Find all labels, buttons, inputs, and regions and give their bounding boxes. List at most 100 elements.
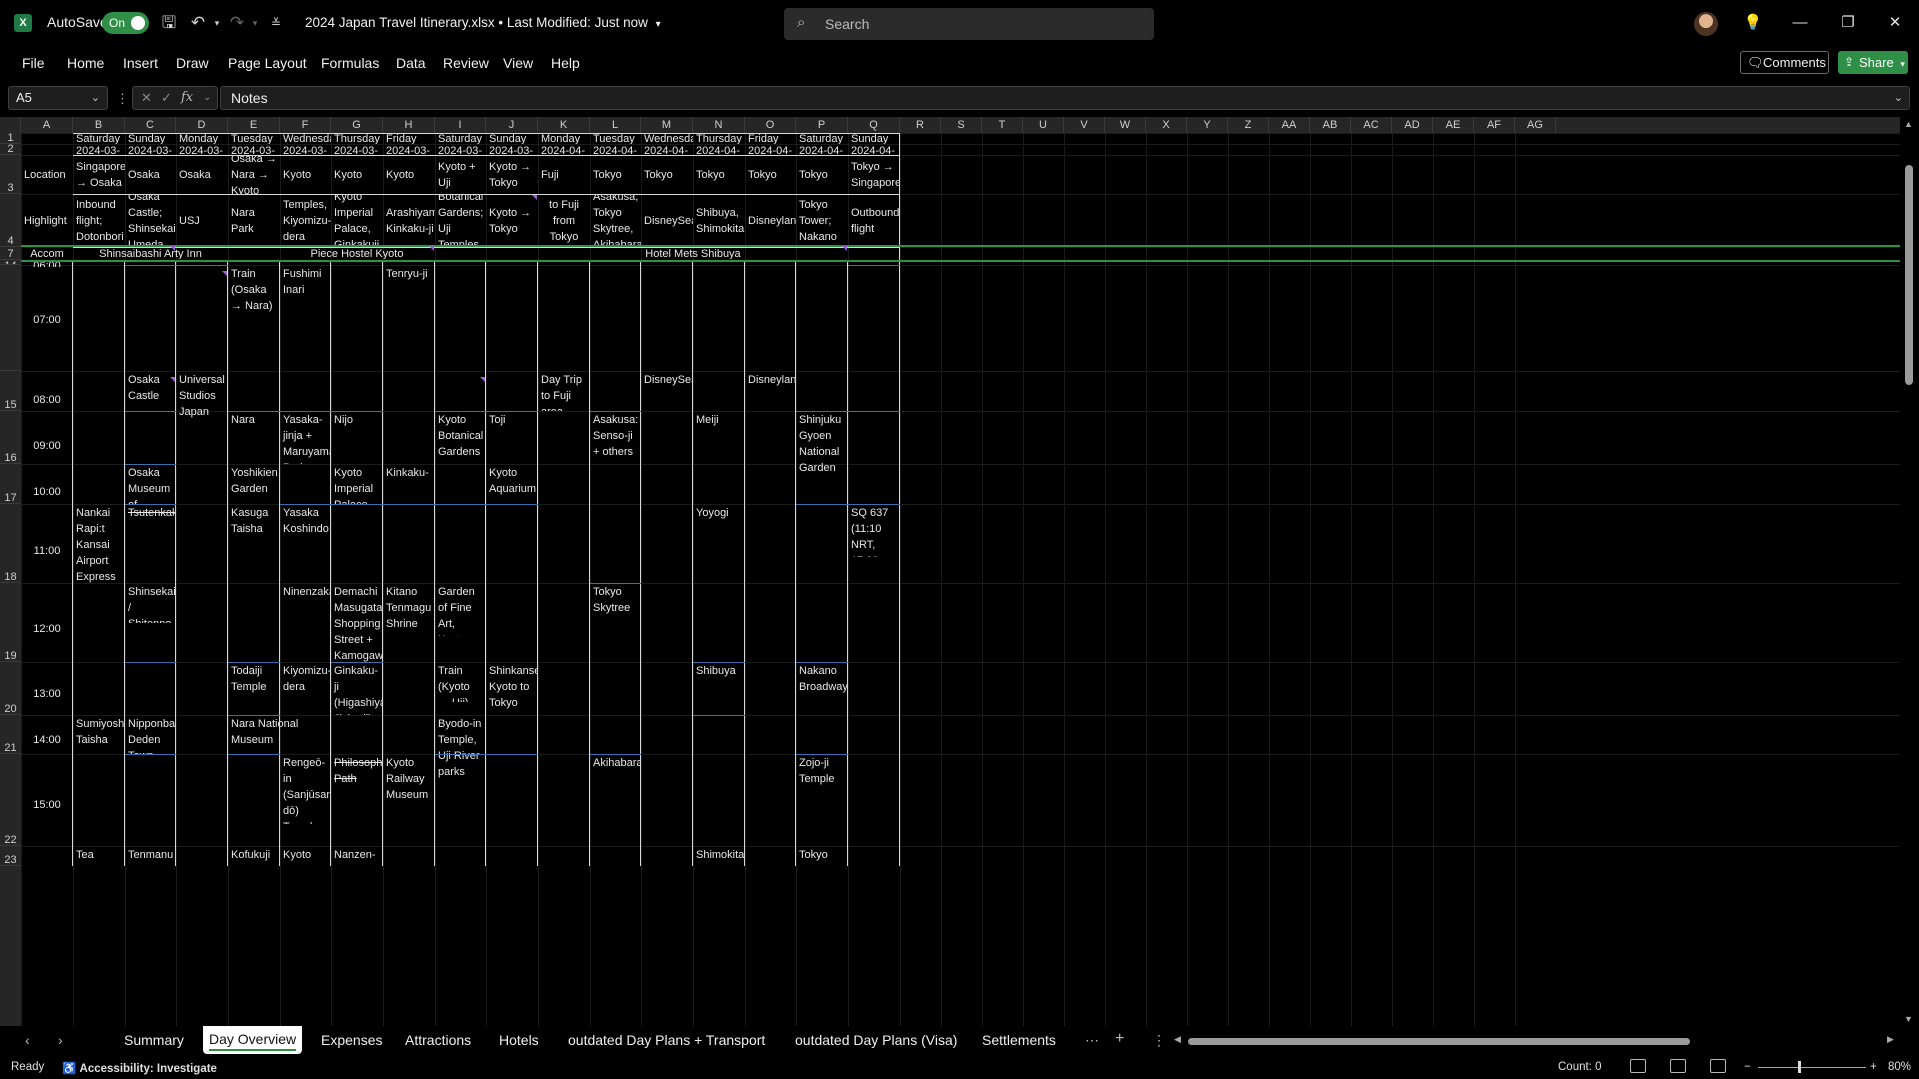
- scroll-down-icon[interactable]: ▼: [1904, 1014, 1913, 1024]
- highlight-cell[interactable]: Outbound flight: [848, 194, 900, 247]
- activity-cell[interactable]: Yasaka-jinja + Maruyama Park: [280, 411, 331, 464]
- column-header[interactable]: AE: [1433, 117, 1474, 133]
- location-cell[interactable]: Kyoto: [280, 155, 331, 194]
- row-header[interactable]: 7: [0, 247, 21, 260]
- activity-cell[interactable]: Tokyo Skytree: [590, 583, 641, 623]
- column-header[interactable]: U: [1023, 117, 1064, 133]
- activity-cell[interactable]: Yasaka Koshindo: [280, 504, 331, 544]
- activity-cell[interactable]: Yoshikien Garden: [228, 464, 280, 504]
- highlight-cell[interactable]: Botanical Gardens; Uji Temples: [435, 194, 486, 247]
- scroll-left-icon[interactable]: ◀: [1174, 1034, 1181, 1045]
- location-cell[interactable]: Tokyo: [641, 155, 693, 194]
- cell-note-indicator-icon[interactable]: [480, 377, 485, 382]
- activity-cell[interactable]: Osaka Castle: [125, 371, 176, 411]
- sheet-tab-outdated-day-plans-transport[interactable]: outdated Day Plans + Transport: [568, 1032, 765, 1048]
- share-button[interactable]: ⇪ Share ▾: [1838, 51, 1908, 74]
- date-cell[interactable]: 2024-04-05: [745, 142, 796, 156]
- activity-cell[interactable]: Yoyogi Park: [693, 504, 745, 524]
- cell-note-indicator-icon[interactable]: [170, 377, 175, 382]
- time-cell[interactable]: 10:00: [21, 483, 73, 513]
- date-cell[interactable]: 2024-03-23: [73, 142, 125, 156]
- zoom-level[interactable]: 80%: [1888, 1061, 1911, 1073]
- highlight-cell[interactable]: Osaka Castle; Shinsekai; Umeda: [125, 194, 176, 247]
- save-icon[interactable]: 🖫: [158, 12, 180, 34]
- activity-cell[interactable]: Nara Park: [228, 411, 280, 431]
- activity-cell[interactable]: Kyoto Botanical Gardens: [435, 411, 486, 464]
- date-cell[interactable]: 2024-03-26: [228, 142, 280, 156]
- tab-draw[interactable]: Draw: [176, 55, 209, 71]
- activity-cell[interactable]: Kiyomizu-dera: [280, 662, 331, 702]
- row-header[interactable]: 15: [0, 371, 21, 411]
- scroll-up-icon[interactable]: ▲: [1904, 119, 1913, 129]
- column-header[interactable]: R: [900, 117, 941, 133]
- tab-help[interactable]: Help: [551, 55, 580, 71]
- cell-note-indicator-icon[interactable]: [170, 246, 175, 251]
- cancel-icon[interactable]: ✕: [141, 87, 152, 109]
- location-cell[interactable]: Tokyo: [590, 155, 641, 194]
- row-header[interactable]: 19: [0, 583, 21, 662]
- date-cell[interactable]: 2024-04-02: [590, 142, 641, 156]
- horizontal-scroll-thumb[interactable]: [1188, 1038, 1690, 1045]
- column-header[interactable]: T: [982, 117, 1023, 133]
- add-sheet-icon[interactable]: +: [1115, 1030, 1124, 1048]
- document-title[interactable]: 2024 Japan Travel Itinerary.xlsx • Last …: [305, 15, 661, 30]
- location-cell[interactable]: Osaka: [125, 155, 176, 194]
- highlight-cell[interactable]: USJ: [176, 194, 228, 247]
- minimize-button[interactable]: —: [1785, 10, 1815, 36]
- sheet-tab-settlements[interactable]: Settlements: [982, 1032, 1056, 1048]
- date-cell[interactable]: 2024-03-27: [280, 142, 331, 156]
- more-sheets-icon[interactable]: ⋯: [1085, 1032, 1099, 1049]
- activity-cell[interactable]: Disneyland: [745, 371, 796, 391]
- sheet-tab-outdated-day-plans-visa[interactable]: outdated Day Plans (Visa): [795, 1032, 957, 1048]
- user-avatar[interactable]: [1694, 12, 1718, 36]
- highlight-cell[interactable]: Nara Park: [228, 194, 280, 247]
- time-cell[interactable]: 12:00: [21, 620, 73, 650]
- highlight-cell[interactable]: Tokyo Tower; Nakano: [796, 194, 848, 247]
- activity-cell[interactable]: Demachi Masugata Shopping Street + Kamog…: [331, 583, 383, 662]
- name-box[interactable]: A5 ⌄: [8, 86, 108, 110]
- activity-cell[interactable]: Nanzen-ji: [331, 846, 383, 866]
- row-header[interactable]: 16: [0, 411, 21, 464]
- location-cell[interactable]: Singapore → Osaka: [73, 155, 125, 194]
- comments-button[interactable]: 🗨 Comments: [1740, 51, 1829, 74]
- zoom-slider[interactable]: [1758, 1061, 1866, 1073]
- activity-cell[interactable]: Rengeō-in (Sanjūsangen-dō) Temple: [280, 754, 331, 824]
- undo-dropdown-icon[interactable]: ▾: [206, 12, 228, 34]
- tab-insert[interactable]: Insert: [123, 55, 158, 71]
- column-header[interactable]: AB: [1310, 117, 1351, 133]
- row-header[interactable]: 2: [0, 144, 21, 155]
- highlight-cell[interactable]: DisneySea: [641, 194, 693, 247]
- column-header[interactable]: V: [1064, 117, 1105, 133]
- activity-cell[interactable]: Fushimi Inari: [280, 265, 331, 305]
- column-header[interactable]: AA: [1269, 117, 1310, 133]
- highlight-cell[interactable]: Temples, Kiyomizu-dera: [280, 194, 331, 247]
- time-cell[interactable]: 11:00: [21, 542, 73, 572]
- date-cell[interactable]: 2024-03-29: [383, 142, 435, 156]
- column-header[interactable]: AF: [1474, 117, 1515, 133]
- activity-cell[interactable]: Shinkansen: Kyoto to Tokyo: [486, 662, 538, 715]
- activity-cell[interactable]: Kyoto: [280, 846, 331, 866]
- time-cell[interactable]: 07:00: [21, 311, 73, 341]
- time-cell[interactable]: 06:00: [21, 257, 73, 267]
- formula-bar-grip-icon[interactable]: ⋮: [116, 91, 129, 107]
- activity-cell[interactable]: Kyoto Railway Museum: [383, 754, 435, 807]
- sheet-tab-expenses[interactable]: Expenses: [321, 1032, 382, 1048]
- activity-cell[interactable]: Ninenzaka: [280, 583, 331, 603]
- activity-cell[interactable]: Train (Osaka → Nara): [228, 265, 280, 318]
- formula-input[interactable]: Notes ⌄: [220, 86, 1910, 110]
- activity-cell[interactable]: Tenryu-ji: [383, 265, 435, 285]
- activity-cell[interactable]: Day Trip to Fuji area: [538, 371, 590, 411]
- activity-cell[interactable]: Nakano Broadway: [796, 662, 848, 702]
- activity-cell[interactable]: Shinsekai / Shitenno-ji: [125, 583, 176, 623]
- date-cell[interactable]: 2024-04-04: [693, 142, 745, 156]
- activity-cell[interactable]: Asakusa: Senso-ji + others: [590, 411, 641, 464]
- close-button[interactable]: ✕: [1880, 10, 1910, 36]
- column-header[interactable]: AC: [1351, 117, 1392, 133]
- time-cell[interactable]: 08:00: [21, 391, 73, 421]
- highlight-cell[interactable]: Asakusa, Tokyo Skytree, Akihabara: [590, 194, 641, 247]
- row-header[interactable]: 4: [0, 194, 21, 247]
- activity-cell[interactable]: Meiji Jingu: [693, 411, 745, 431]
- page-break-view-icon[interactable]: [1710, 1059, 1726, 1073]
- activity-cell[interactable]: Nankai Rapi:t Kansai Airport Express Tic…: [73, 504, 125, 583]
- tab-home[interactable]: Home: [67, 55, 104, 71]
